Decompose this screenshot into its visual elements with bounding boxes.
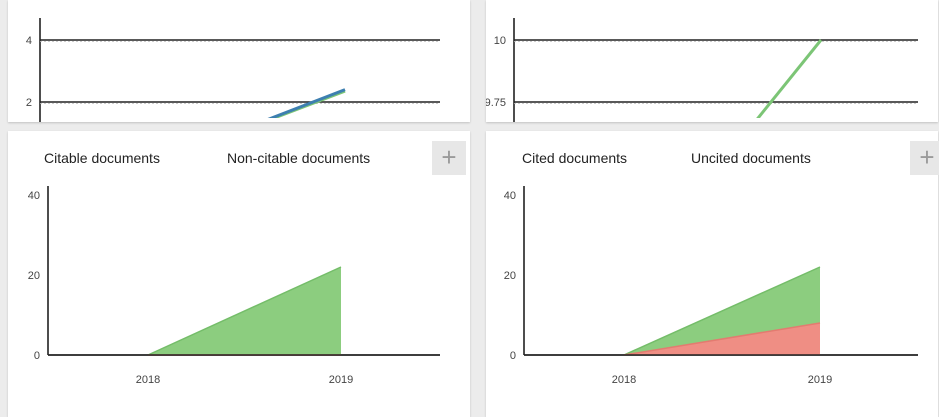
svg-text:9.75: 9.75 <box>486 97 506 109</box>
y-tick-label: 40 <box>504 190 516 202</box>
y-tick-label: 9.75 <box>486 97 506 109</box>
svg-text:20: 20 <box>504 270 516 282</box>
citable-documents-card: Citable documents Non-citable documents … <box>8 131 470 417</box>
svg-text:2018: 2018 <box>136 374 160 386</box>
y-tick-label: 10 <box>494 35 506 47</box>
x-tick-label: 2019 <box>808 374 832 386</box>
svg-text:0: 0 <box>34 350 40 362</box>
x-tick-label: 2018 <box>136 374 160 386</box>
series-line <box>756 39 823 118</box>
svg-text:2019: 2019 <box>329 374 353 386</box>
y-tick-label: 0 <box>34 350 40 362</box>
svg-text:20: 20 <box>28 270 40 282</box>
y-tick-label: 20 <box>28 270 40 282</box>
x-tick-label: 2018 <box>612 374 636 386</box>
svg-text:2019: 2019 <box>808 374 832 386</box>
top-left-chart-card: 24 <box>8 0 470 122</box>
series-line <box>267 88 346 118</box>
y-tick-label: 2 <box>26 97 32 109</box>
area-chart-cited: 0 20 40 2018 2019 <box>504 186 918 386</box>
y-tick-label: 20 <box>504 270 516 282</box>
y-tick-label: 4 <box>26 35 32 47</box>
x-tick-label: 2019 <box>329 374 353 386</box>
svg-text:2018: 2018 <box>612 374 636 386</box>
svg-text:4: 4 <box>26 35 32 47</box>
area-chart-citable: 0 20 40 2018 2019 <box>28 186 440 386</box>
y-tick-label: 40 <box>28 190 40 202</box>
svg-text:40: 40 <box>504 190 516 202</box>
svg-text:0: 0 <box>510 350 516 362</box>
line-chart-top-right: 9.75 10 <box>486 18 918 122</box>
line-chart-top-left: 24 <box>26 18 440 122</box>
top-right-chart-card: 9.75 10 <box>486 0 938 122</box>
svg-text:2: 2 <box>26 97 32 109</box>
series-line <box>270 89 346 118</box>
svg-text:40: 40 <box>28 190 40 202</box>
svg-text:10: 10 <box>494 35 506 47</box>
y-tick-label: 0 <box>510 350 516 362</box>
cited-documents-card: Cited documents Uncited documents + 0 20 4… <box>486 131 939 417</box>
